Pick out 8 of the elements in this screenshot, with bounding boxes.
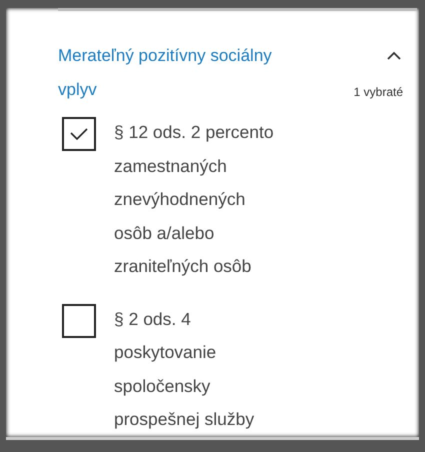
selection-count: 1 vybraté	[354, 85, 403, 99]
group-title[interactable]: Merateľný pozitívny sociálny vplyv	[58, 39, 308, 107]
checkmark-icon	[69, 127, 89, 141]
option-label: § 2 ods. 4 poskytovanie spoločensky prospešnej služby	[114, 308, 256, 431]
checkbox[interactable]	[62, 117, 96, 151]
option-label: § 12 ods. 2 percento zamestnaných znevýhodnených osôb a/alebo zraniteľných osôb	[114, 121, 275, 278]
caret-icon[interactable]	[387, 51, 401, 60]
checkbox[interactable]	[62, 304, 96, 338]
